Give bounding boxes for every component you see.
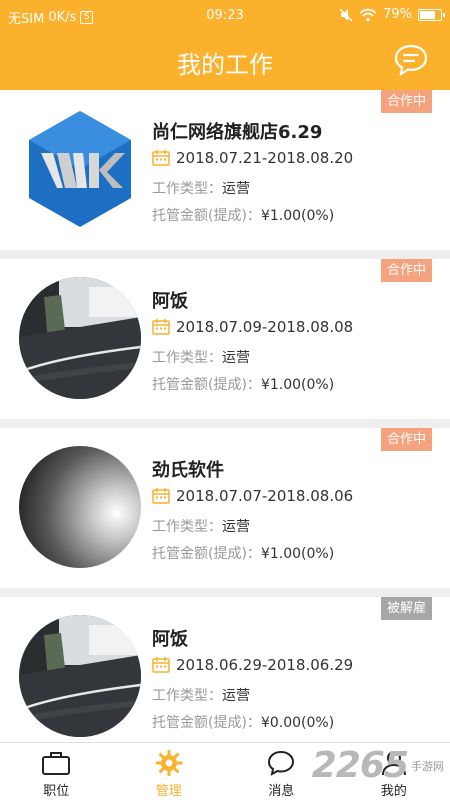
work-type-label: 工作类型： xyxy=(152,350,222,366)
escrow-value: ¥1.00(0%) xyxy=(260,546,335,562)
chat-icon xyxy=(268,750,295,776)
watermark-text: 手游网 xyxy=(411,759,444,773)
status-badge: 合作中 xyxy=(380,259,432,282)
avatar-wk-logo xyxy=(19,108,141,230)
status-badge: 合作中 xyxy=(380,428,432,451)
chat-bubble-icon xyxy=(394,44,428,77)
job-card[interactable]: 合作中 尚仁网络旗舰店6.29 2018.07.21-2018.08.20 工作… xyxy=(0,90,450,250)
escrow-value: ¥1.00(0%) xyxy=(260,208,335,224)
escrow-row: 托管金额(提成)：¥1.00(0%) xyxy=(152,205,334,225)
status-right: 79% xyxy=(339,7,445,22)
message-button[interactable] xyxy=(392,42,430,80)
calendar-icon xyxy=(152,657,170,673)
watermark-number: 2265 xyxy=(311,745,409,786)
escrow-value: ¥1.00(0%) xyxy=(260,377,335,393)
escrow-row: 托管金额(提成)：¥0.00(0%) xyxy=(152,712,334,732)
calendar-icon xyxy=(152,488,170,504)
battery-percent: 79% xyxy=(383,7,412,22)
battery-icon xyxy=(418,8,445,21)
date-text: 2018.06.29-2018.06.29 xyxy=(176,656,354,674)
work-type-label: 工作类型： xyxy=(152,688,222,704)
work-type-row: 工作类型：运营 xyxy=(152,178,250,198)
app-header: 我的工作 xyxy=(0,32,450,90)
battery-fill xyxy=(420,10,435,19)
work-type-label: 工作类型： xyxy=(152,519,222,535)
calendar-icon xyxy=(152,150,170,166)
avatar-photo xyxy=(19,446,141,568)
date-text: 2018.07.21-2018.08.20 xyxy=(176,149,354,167)
tab-label: 管理 xyxy=(155,784,182,799)
job-title: 尚仁网络旗舰店6.29 xyxy=(152,122,323,143)
work-type-row: 工作类型：运营 xyxy=(152,516,250,536)
job-card[interactable]: 合作中 阿饭 2018.07.09-2018.08.08 工作类型：运营 托管金… xyxy=(0,259,450,419)
escrow-label: 托管金额(提成)： xyxy=(152,377,261,393)
escrow-row: 托管金额(提成)：¥1.00(0%) xyxy=(152,374,334,394)
job-title: 阿饭 xyxy=(152,291,188,312)
job-card[interactable]: 合作中 劲氏软件 2018.07.07-2018.08.06 工作类型：运营 托… xyxy=(0,428,450,588)
escrow-label: 托管金额(提成)： xyxy=(152,208,261,224)
avatar-photo xyxy=(19,277,141,399)
briefcase-icon xyxy=(42,752,71,775)
job-card[interactable]: 被解雇 阿饭 2018.06.29-2018.06.29 工作类型：运营 托管金… xyxy=(0,597,450,757)
job-list: 合作中 尚仁网络旗舰店6.29 2018.07.21-2018.08.20 工作… xyxy=(0,90,450,766)
escrow-row: 托管金额(提成)：¥1.00(0%) xyxy=(152,543,334,563)
escrow-label: 托管金额(提成)： xyxy=(152,715,261,731)
job-title: 劲氏软件 xyxy=(152,460,224,481)
tab-manage[interactable]: 管理 xyxy=(113,743,226,800)
work-type-value: 运营 xyxy=(222,350,250,366)
work-type-row: 工作类型：运营 xyxy=(152,685,250,705)
escrow-value: ¥0.00(0%) xyxy=(260,715,335,731)
avatar-photo xyxy=(19,615,141,737)
mute-icon xyxy=(339,7,353,22)
work-type-value: 运营 xyxy=(222,519,250,535)
date-range: 2018.06.29-2018.06.29 xyxy=(152,656,353,674)
date-range: 2018.07.21-2018.08.20 xyxy=(152,149,353,167)
work-type-value: 运营 xyxy=(222,688,250,704)
tab-label: 职位 xyxy=(43,784,70,799)
tab-jobs[interactable]: 职位 xyxy=(0,743,113,800)
date-text: 2018.07.07-2018.08.06 xyxy=(176,487,354,505)
watermark: 2265 手游网 xyxy=(312,745,444,786)
date-range: 2018.07.09-2018.08.08 xyxy=(152,318,353,336)
gear-icon xyxy=(155,750,183,776)
calendar-icon xyxy=(152,319,170,335)
status-badge: 合作中 xyxy=(380,90,432,113)
work-type-label: 工作类型： xyxy=(152,181,222,197)
escrow-label: 托管金额(提成)： xyxy=(152,546,261,562)
wifi-icon xyxy=(359,8,377,21)
date-text: 2018.07.09-2018.08.08 xyxy=(176,318,354,336)
job-title: 阿饭 xyxy=(152,629,188,650)
work-type-value: 运营 xyxy=(222,181,250,197)
work-type-row: 工作类型：运营 xyxy=(152,347,250,367)
page-title: 我的工作 xyxy=(177,51,273,79)
date-range: 2018.07.07-2018.08.06 xyxy=(152,487,353,505)
status-bar: 无SIM 0K/s S 09:23 79% xyxy=(0,0,450,32)
status-badge: 被解雇 xyxy=(380,597,432,620)
